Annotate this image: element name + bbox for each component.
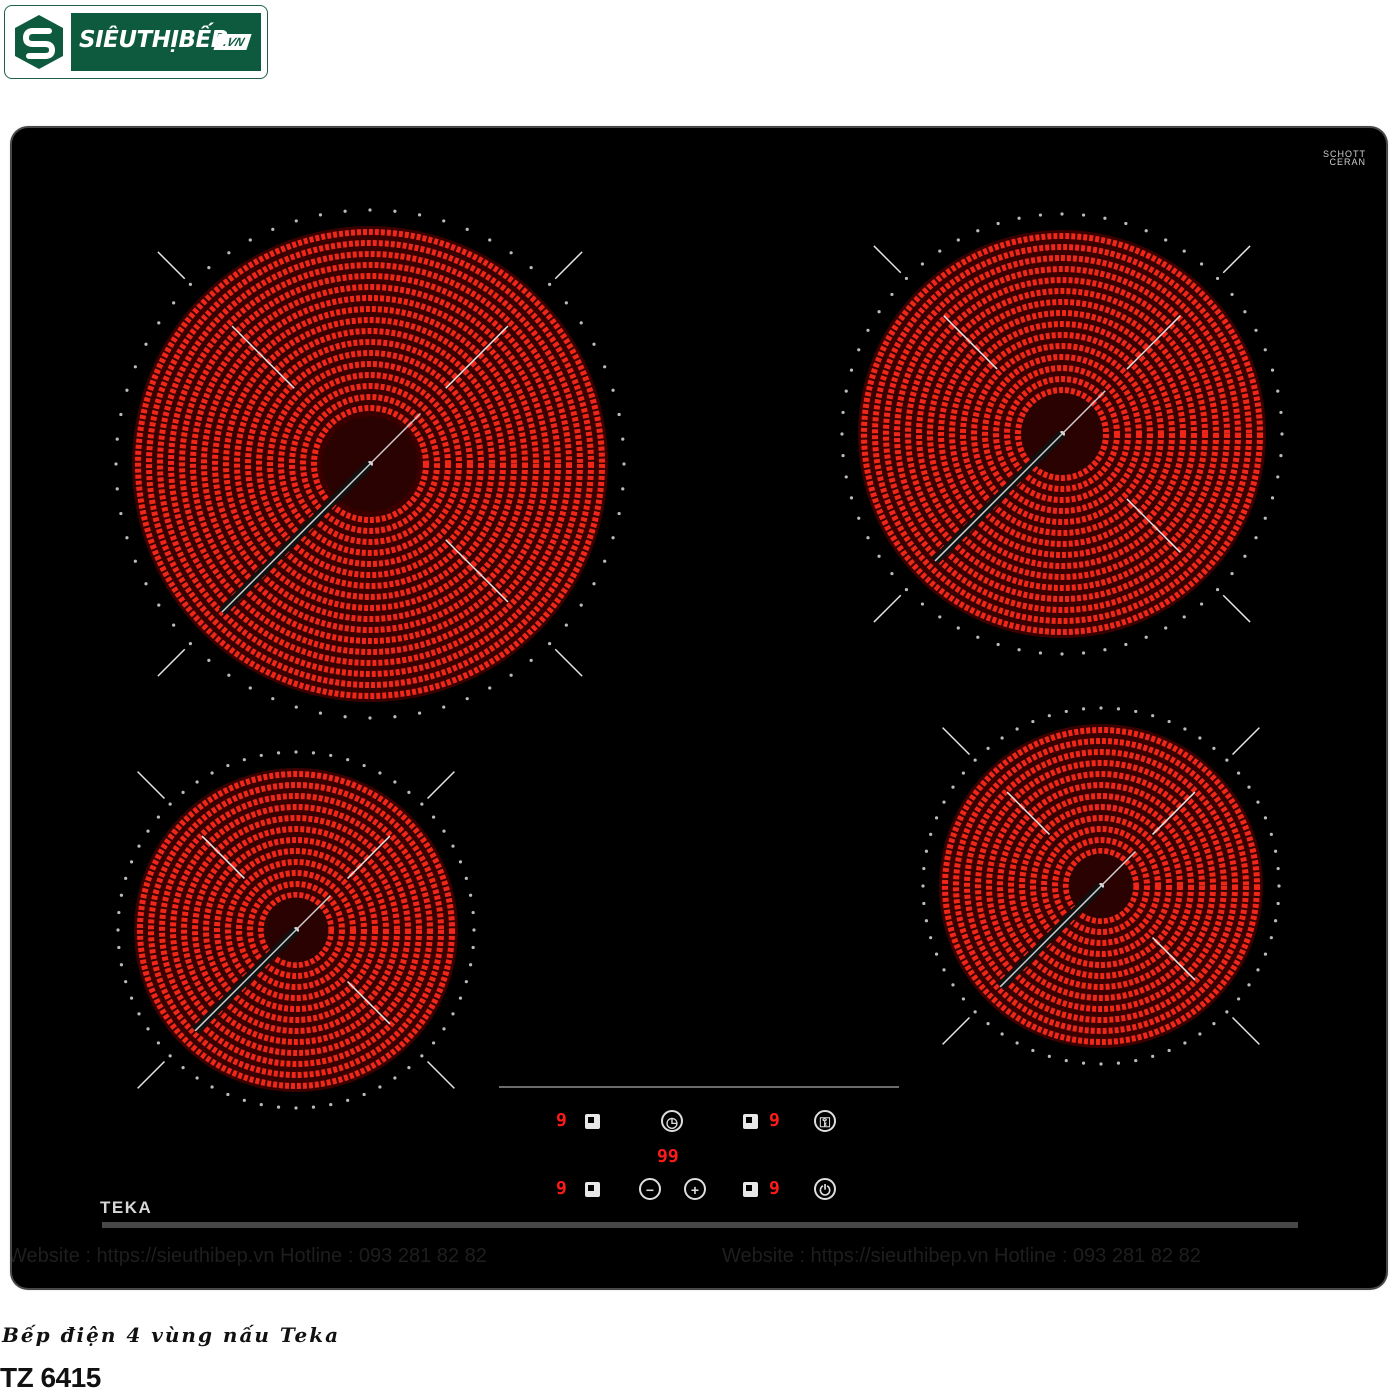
logo-s-icon <box>15 15 63 69</box>
zone-front-right <box>921 706 1281 1066</box>
zone-level-rear-right: 9 <box>769 1110 780 1131</box>
watermark-right: Website : https://sieuthibep.vn Hotline … <box>722 1245 1201 1267</box>
site-logo[interactable]: SIÊUTHỊBẾP .VN <box>4 5 268 79</box>
cooking-zones <box>114 208 1284 1110</box>
teka-brand: TEKA <box>100 1198 153 1217</box>
zone-front-left <box>116 750 476 1110</box>
product-subtitle: Bếp điện 4 vùng nấu Teka <box>2 1323 341 1347</box>
logo-band: SIÊUTHỊBẾP .VN <box>71 13 261 71</box>
timer-display: 99 <box>657 1146 679 1167</box>
plus-icon[interactable]: + <box>684 1178 706 1200</box>
logo-brand-text: SIÊUTHỊBẾP <box>79 27 228 53</box>
zone-select-rear-right-icon[interactable] <box>743 1114 758 1129</box>
minus-icon[interactable]: − <box>639 1178 661 1200</box>
glass-brand-line-2: CERAN <box>1329 157 1366 167</box>
zone-level-rear-left: 9 <box>556 1110 567 1131</box>
schott-ceran-mark: SCHOTT CERAN <box>1323 150 1366 167</box>
zone-select-front-right-icon[interactable] <box>743 1182 758 1197</box>
front-edge-line <box>102 1222 1298 1228</box>
control-divider <box>499 1086 899 1088</box>
product-model: TZ 6415 <box>0 1362 101 1393</box>
zone-rear-right <box>840 212 1284 656</box>
zone-level-front-left: 9 <box>556 1178 567 1199</box>
clock-icon[interactable]: ◷ <box>661 1110 683 1132</box>
zone-select-front-left-icon[interactable] <box>585 1182 600 1197</box>
zone-select-rear-left-icon[interactable] <box>585 1114 600 1129</box>
zone-level-front-right: 9 <box>769 1178 780 1199</box>
watermark-left: Website : https://sieuthibep.vn Hotline … <box>12 1245 487 1267</box>
ceramic-hob: SCHOTT CERAN 9 ◷ 9 ⚿ 99 9 − + 9 ⏻ TEKA W… <box>12 128 1386 1288</box>
logo-tld: .VN <box>213 34 252 50</box>
lock-icon[interactable]: ⚿ <box>814 1110 836 1132</box>
power-icon[interactable]: ⏻ <box>814 1178 836 1200</box>
zone-rear-left <box>114 208 626 720</box>
